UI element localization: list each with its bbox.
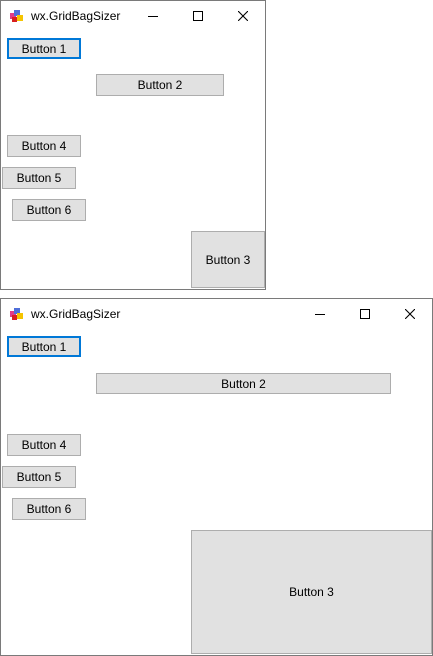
title-bar[interactable]: wx.GridBagSizer — [1, 299, 432, 329]
button-1[interactable]: Button 1 — [7, 336, 81, 357]
minimize-icon — [314, 314, 325, 315]
button-1[interactable]: Button 1 — [7, 38, 81, 59]
button-4[interactable]: Button 4 — [7, 135, 81, 157]
app-icon — [10, 308, 23, 320]
client-area: Button 1 Button 2 Button 4 Button 5 Butt… — [1, 329, 432, 655]
maximize-icon — [359, 309, 370, 319]
button-6[interactable]: Button 6 — [12, 199, 86, 221]
window-title: wx.GridBagSizer — [31, 9, 121, 23]
button-5[interactable]: Button 5 — [2, 466, 76, 488]
gridbagsizer-window-large: wx.GridBagSizer Button 1 Button 2 Button… — [0, 298, 433, 656]
button-4[interactable]: Button 4 — [7, 434, 81, 456]
gridbagsizer-window-small: wx.GridBagSizer Button 1 Button 2 Button… — [0, 0, 266, 290]
button-3[interactable]: Button 3 — [191, 231, 265, 288]
button-5[interactable]: Button 5 — [2, 167, 76, 189]
maximize-button[interactable] — [342, 299, 387, 329]
close-button[interactable] — [220, 1, 265, 31]
client-area: Button 1 Button 2 Button 4 Button 5 Butt… — [1, 31, 265, 289]
close-icon — [404, 309, 415, 319]
app-icon — [10, 10, 23, 22]
close-icon — [237, 11, 248, 21]
title-bar[interactable]: wx.GridBagSizer — [1, 1, 265, 31]
maximize-button[interactable] — [175, 1, 220, 31]
minimize-button[interactable] — [297, 299, 342, 329]
window-title: wx.GridBagSizer — [31, 307, 121, 321]
button-6[interactable]: Button 6 — [12, 498, 86, 520]
button-2[interactable]: Button 2 — [96, 74, 224, 96]
minimize-icon — [147, 16, 158, 17]
close-button[interactable] — [387, 299, 432, 329]
maximize-icon — [192, 11, 203, 21]
button-3[interactable]: Button 3 — [191, 530, 432, 654]
button-2[interactable]: Button 2 — [96, 373, 391, 394]
minimize-button[interactable] — [130, 1, 175, 31]
